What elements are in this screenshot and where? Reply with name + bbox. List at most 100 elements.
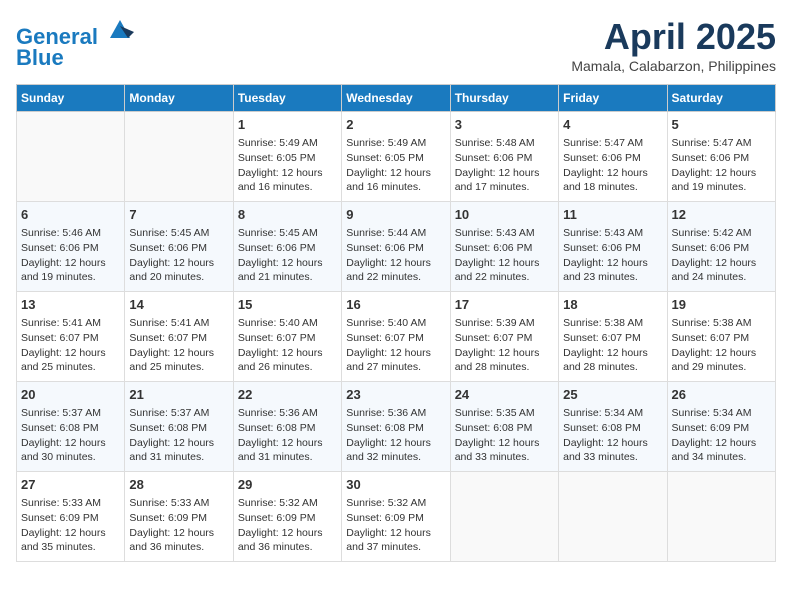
- day-info-line: Sunrise: 5:47 AM: [563, 136, 662, 151]
- day-info-line: Sunset: 6:08 PM: [455, 421, 554, 436]
- calendar-cell: [559, 472, 667, 562]
- day-number: 20: [21, 386, 120, 404]
- day-info-line: Sunset: 6:07 PM: [129, 331, 228, 346]
- calendar-cell: 7Sunrise: 5:45 AMSunset: 6:06 PMDaylight…: [125, 202, 233, 292]
- day-info-line: Sunset: 6:06 PM: [346, 241, 445, 256]
- day-info-line: Sunset: 6:08 PM: [129, 421, 228, 436]
- day-info-line: Sunset: 6:08 PM: [346, 421, 445, 436]
- page-header: General Blue April 2025 Mamala, Calabarz…: [16, 16, 776, 74]
- day-info-line: Sunrise: 5:36 AM: [346, 406, 445, 421]
- day-info-line: Daylight: 12 hours and 30 minutes.: [21, 436, 120, 465]
- logo-icon: [106, 16, 134, 44]
- day-info-line: Daylight: 12 hours and 27 minutes.: [346, 346, 445, 375]
- day-info-line: Sunset: 6:06 PM: [455, 241, 554, 256]
- weekday-header-tuesday: Tuesday: [233, 85, 341, 112]
- day-info-line: Daylight: 12 hours and 28 minutes.: [455, 346, 554, 375]
- weekday-header-row: SundayMondayTuesdayWednesdayThursdayFrid…: [17, 85, 776, 112]
- day-number: 11: [563, 206, 662, 224]
- day-info-line: Daylight: 12 hours and 28 minutes.: [563, 346, 662, 375]
- day-info-line: Sunset: 6:09 PM: [21, 511, 120, 526]
- day-info-line: Sunset: 6:08 PM: [238, 421, 337, 436]
- calendar-cell: [667, 472, 775, 562]
- day-info-line: Sunrise: 5:49 AM: [238, 136, 337, 151]
- day-info-line: Sunrise: 5:46 AM: [21, 226, 120, 241]
- day-number: 10: [455, 206, 554, 224]
- day-number: 28: [129, 476, 228, 494]
- calendar-cell: 10Sunrise: 5:43 AMSunset: 6:06 PMDayligh…: [450, 202, 558, 292]
- day-number: 29: [238, 476, 337, 494]
- day-info-line: Sunset: 6:08 PM: [563, 421, 662, 436]
- day-number: 26: [672, 386, 771, 404]
- day-info-line: Sunrise: 5:32 AM: [346, 496, 445, 511]
- calendar-table: SundayMondayTuesdayWednesdayThursdayFrid…: [16, 84, 776, 562]
- calendar-cell: 23Sunrise: 5:36 AMSunset: 6:08 PMDayligh…: [342, 382, 450, 472]
- day-info-line: Sunset: 6:09 PM: [346, 511, 445, 526]
- day-info-line: Sunrise: 5:42 AM: [672, 226, 771, 241]
- calendar-cell: 8Sunrise: 5:45 AMSunset: 6:06 PMDaylight…: [233, 202, 341, 292]
- day-number: 8: [238, 206, 337, 224]
- day-info-line: Sunrise: 5:41 AM: [129, 316, 228, 331]
- day-info-line: Daylight: 12 hours and 20 minutes.: [129, 256, 228, 285]
- day-info-line: Daylight: 12 hours and 34 minutes.: [672, 436, 771, 465]
- day-number: 16: [346, 296, 445, 314]
- day-number: 7: [129, 206, 228, 224]
- day-number: 4: [563, 116, 662, 134]
- day-info-line: Daylight: 12 hours and 31 minutes.: [129, 436, 228, 465]
- day-info-line: Sunrise: 5:33 AM: [129, 496, 228, 511]
- day-info-line: Sunset: 6:06 PM: [563, 151, 662, 166]
- day-info-line: Daylight: 12 hours and 17 minutes.: [455, 166, 554, 195]
- calendar-cell: 18Sunrise: 5:38 AMSunset: 6:07 PMDayligh…: [559, 292, 667, 382]
- weekday-header-saturday: Saturday: [667, 85, 775, 112]
- weekday-header-thursday: Thursday: [450, 85, 558, 112]
- calendar-cell: 12Sunrise: 5:42 AMSunset: 6:06 PMDayligh…: [667, 202, 775, 292]
- day-number: 12: [672, 206, 771, 224]
- day-info-line: Sunrise: 5:43 AM: [455, 226, 554, 241]
- calendar-week-2: 6Sunrise: 5:46 AMSunset: 6:06 PMDaylight…: [17, 202, 776, 292]
- calendar-cell: 6Sunrise: 5:46 AMSunset: 6:06 PMDaylight…: [17, 202, 125, 292]
- calendar-cell: 15Sunrise: 5:40 AMSunset: 6:07 PMDayligh…: [233, 292, 341, 382]
- day-info-line: Sunset: 6:07 PM: [346, 331, 445, 346]
- weekday-header-friday: Friday: [559, 85, 667, 112]
- day-info-line: Sunrise: 5:37 AM: [21, 406, 120, 421]
- calendar-week-4: 20Sunrise: 5:37 AMSunset: 6:08 PMDayligh…: [17, 382, 776, 472]
- day-info-line: Sunrise: 5:45 AM: [238, 226, 337, 241]
- day-info-line: Sunset: 6:06 PM: [563, 241, 662, 256]
- calendar-cell: 21Sunrise: 5:37 AMSunset: 6:08 PMDayligh…: [125, 382, 233, 472]
- calendar-cell: [125, 112, 233, 202]
- calendar-cell: 1Sunrise: 5:49 AMSunset: 6:05 PMDaylight…: [233, 112, 341, 202]
- day-number: 22: [238, 386, 337, 404]
- day-number: 2: [346, 116, 445, 134]
- day-info-line: Daylight: 12 hours and 21 minutes.: [238, 256, 337, 285]
- day-info-line: Daylight: 12 hours and 36 minutes.: [129, 526, 228, 555]
- day-info-line: Sunrise: 5:37 AM: [129, 406, 228, 421]
- calendar-cell: 13Sunrise: 5:41 AMSunset: 6:07 PMDayligh…: [17, 292, 125, 382]
- weekday-header-monday: Monday: [125, 85, 233, 112]
- day-info-line: Daylight: 12 hours and 22 minutes.: [346, 256, 445, 285]
- calendar-cell: 24Sunrise: 5:35 AMSunset: 6:08 PMDayligh…: [450, 382, 558, 472]
- day-info-line: Sunrise: 5:36 AM: [238, 406, 337, 421]
- day-info-line: Sunset: 6:06 PM: [672, 151, 771, 166]
- day-info-line: Sunset: 6:07 PM: [21, 331, 120, 346]
- day-info-line: Sunrise: 5:48 AM: [455, 136, 554, 151]
- calendar-cell: [450, 472, 558, 562]
- day-info-line: Sunrise: 5:33 AM: [21, 496, 120, 511]
- day-info-line: Daylight: 12 hours and 24 minutes.: [672, 256, 771, 285]
- day-number: 30: [346, 476, 445, 494]
- day-info-line: Daylight: 12 hours and 25 minutes.: [129, 346, 228, 375]
- day-number: 17: [455, 296, 554, 314]
- calendar-cell: 9Sunrise: 5:44 AMSunset: 6:06 PMDaylight…: [342, 202, 450, 292]
- day-info-line: Sunrise: 5:35 AM: [455, 406, 554, 421]
- day-number: 9: [346, 206, 445, 224]
- day-info-line: Sunrise: 5:34 AM: [672, 406, 771, 421]
- calendar-cell: 3Sunrise: 5:48 AMSunset: 6:06 PMDaylight…: [450, 112, 558, 202]
- day-number: 27: [21, 476, 120, 494]
- day-number: 25: [563, 386, 662, 404]
- calendar-cell: 17Sunrise: 5:39 AMSunset: 6:07 PMDayligh…: [450, 292, 558, 382]
- day-number: 13: [21, 296, 120, 314]
- calendar-cell: 16Sunrise: 5:40 AMSunset: 6:07 PMDayligh…: [342, 292, 450, 382]
- logo: General Blue: [16, 16, 134, 71]
- day-info-line: Daylight: 12 hours and 31 minutes.: [238, 436, 337, 465]
- day-info-line: Sunset: 6:09 PM: [672, 421, 771, 436]
- day-info-line: Daylight: 12 hours and 19 minutes.: [21, 256, 120, 285]
- day-info-line: Sunset: 6:05 PM: [346, 151, 445, 166]
